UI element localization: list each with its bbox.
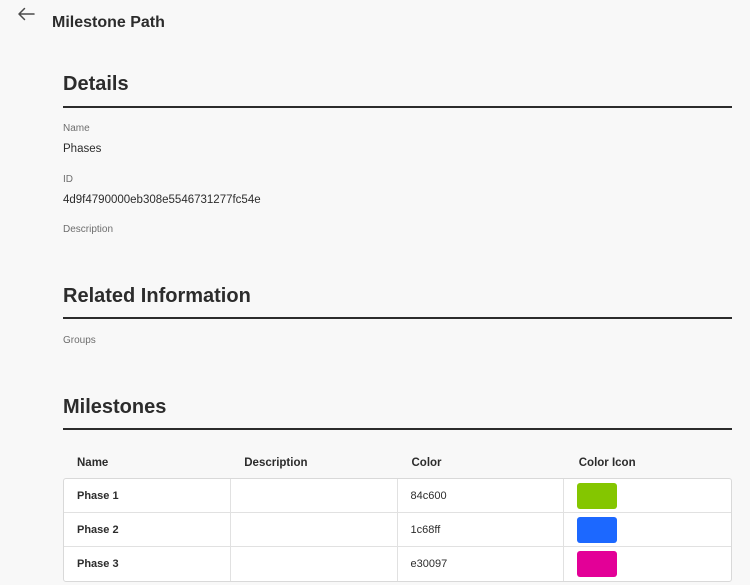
column-header-color[interactable]: Color xyxy=(398,457,565,469)
color-swatch xyxy=(577,516,618,543)
table-row[interactable]: Phase 2 1c68ff xyxy=(64,513,731,547)
table-row[interactable]: Phase 1 84c600 xyxy=(64,479,731,513)
milestone-color-icon-cell xyxy=(564,547,731,581)
related-information-heading: Related Information xyxy=(63,285,251,307)
milestones-table: Name Description Color Color Icon Phase … xyxy=(63,448,732,582)
column-header-name[interactable]: Name xyxy=(63,457,230,469)
details-divider xyxy=(63,106,732,108)
milestone-description-cell xyxy=(231,479,398,512)
id-value: 4d9f4790000eb308e5546731277fc54e xyxy=(63,194,261,206)
milestone-color-cell: e30097 xyxy=(398,547,565,581)
milestone-name-cell: Phase 2 xyxy=(64,513,231,546)
milestone-path-page: Milestone Path Details Name Phases ID 4d… xyxy=(0,0,750,585)
arrow-left-icon xyxy=(18,7,35,21)
color-swatch xyxy=(577,482,618,509)
table-row[interactable]: Phase 3 e30097 xyxy=(64,547,731,581)
milestone-description-cell xyxy=(231,547,398,581)
milestone-name-cell: Phase 1 xyxy=(64,479,231,512)
id-label: ID xyxy=(63,174,73,185)
related-information-divider xyxy=(63,317,732,319)
milestones-divider xyxy=(63,428,732,430)
table-body: Phase 1 84c600 Phase 2 1c68ff Phase 3 e3… xyxy=(63,478,732,582)
back-button[interactable] xyxy=(14,4,38,24)
table-header: Name Description Color Color Icon xyxy=(63,448,732,478)
column-header-color-icon[interactable]: Color Icon xyxy=(565,457,732,469)
color-swatch xyxy=(577,551,618,577)
name-value: Phases xyxy=(63,143,102,155)
milestone-color-cell: 84c600 xyxy=(398,479,565,512)
milestone-description-cell xyxy=(231,513,398,546)
milestone-color-icon-cell xyxy=(564,513,731,546)
milestones-heading: Milestones xyxy=(63,396,167,418)
page-title: Milestone Path xyxy=(52,14,165,31)
name-label: Name xyxy=(63,123,90,134)
milestone-name-cell: Phase 3 xyxy=(64,547,231,581)
column-header-description[interactable]: Description xyxy=(230,457,397,469)
description-label: Description xyxy=(63,224,114,235)
milestone-color-icon-cell xyxy=(564,479,731,512)
details-heading: Details xyxy=(63,73,129,95)
groups-label: Groups xyxy=(63,335,96,346)
milestone-color-cell: 1c68ff xyxy=(398,513,565,546)
